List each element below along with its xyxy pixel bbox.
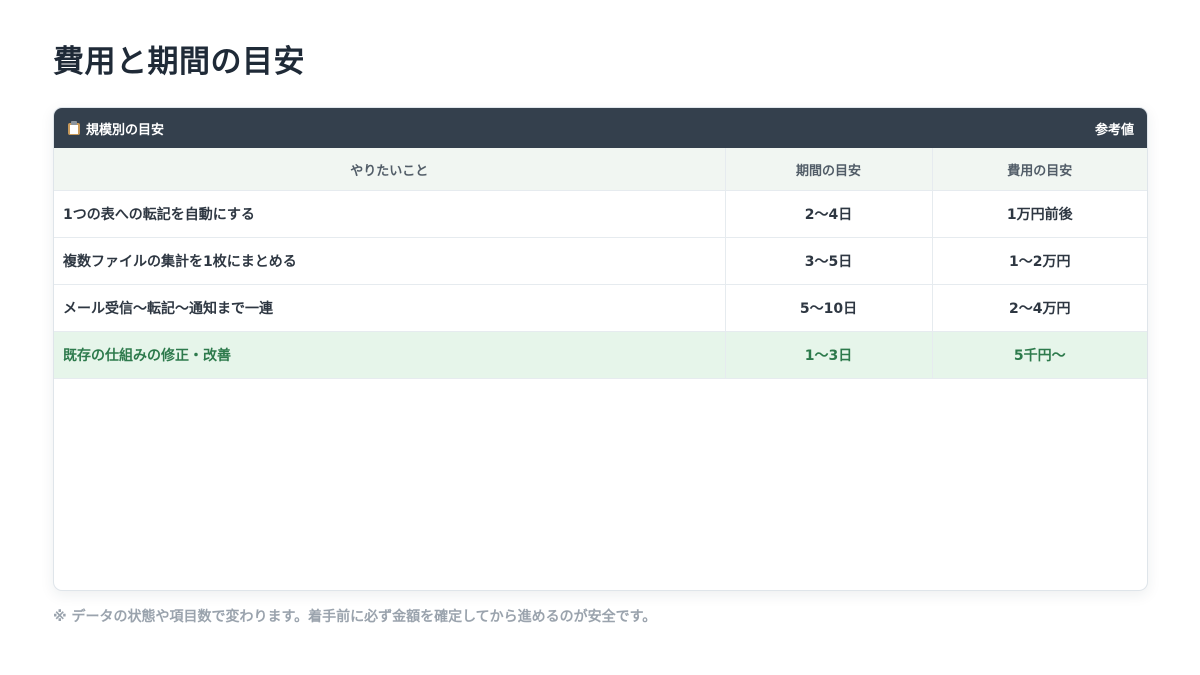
cost-cell: 1万円前後	[931, 190, 1147, 238]
table-row: メール受信〜転記〜通知まで一連 5〜10日 2〜4万円	[54, 284, 1147, 332]
column-header-duration: 期間の目安	[724, 148, 932, 191]
task-cell: 1つの表への転記を自動にする	[54, 190, 725, 238]
card-title: 規模別の目安	[86, 122, 165, 138]
cost-cell: 2〜4万円	[931, 284, 1147, 332]
task-cell: 複数ファイルの集計を1枚にまとめる	[54, 237, 725, 285]
column-header-cost: 費用の目安	[931, 148, 1147, 191]
estimate-table: やりたいこと 期間の目安 費用の目安 1つの表への転記を自動にする 2〜4日 1…	[54, 148, 1147, 379]
task-cell: メール受信〜転記〜通知まで一連	[54, 284, 725, 332]
cost-cell: 5千円〜	[931, 331, 1147, 379]
duration-cell: 2〜4日	[724, 190, 932, 238]
table-row: 複数ファイルの集計を1枚にまとめる 3〜5日 1〜2万円	[54, 237, 1147, 285]
estimate-card: 規模別の目安 参考値 やりたいこと 期間の目安 費用の目安 1つの表への転記を自…	[53, 107, 1148, 591]
reference-badge: 参考値	[1094, 122, 1134, 138]
task-cell: 既存の仕組みの修正・改善	[54, 331, 725, 379]
footnote: ※ データの状態や項目数で変わります。着手前に必ず金額を確定してから進めるのが安…	[53, 609, 657, 625]
table-row-highlighted: 既存の仕組みの修正・改善 1〜3日 5千円〜	[54, 331, 1147, 379]
table-header-row: やりたいこと 期間の目安 費用の目安	[54, 148, 1147, 191]
duration-cell: 3〜5日	[724, 237, 932, 285]
card-header-title-group: 規模別の目安	[68, 119, 164, 138]
duration-cell: 1〜3日	[724, 331, 932, 379]
clipboard-icon	[68, 121, 80, 135]
table-row: 1つの表への転記を自動にする 2〜4日 1万円前後	[54, 190, 1147, 238]
card-header: 規模別の目安 参考値	[54, 108, 1147, 148]
column-header-task: やりたいこと	[54, 148, 725, 191]
duration-cell: 5〜10日	[724, 284, 932, 332]
page-title: 費用と期間の目安	[53, 44, 305, 80]
cost-cell: 1〜2万円	[931, 237, 1147, 285]
